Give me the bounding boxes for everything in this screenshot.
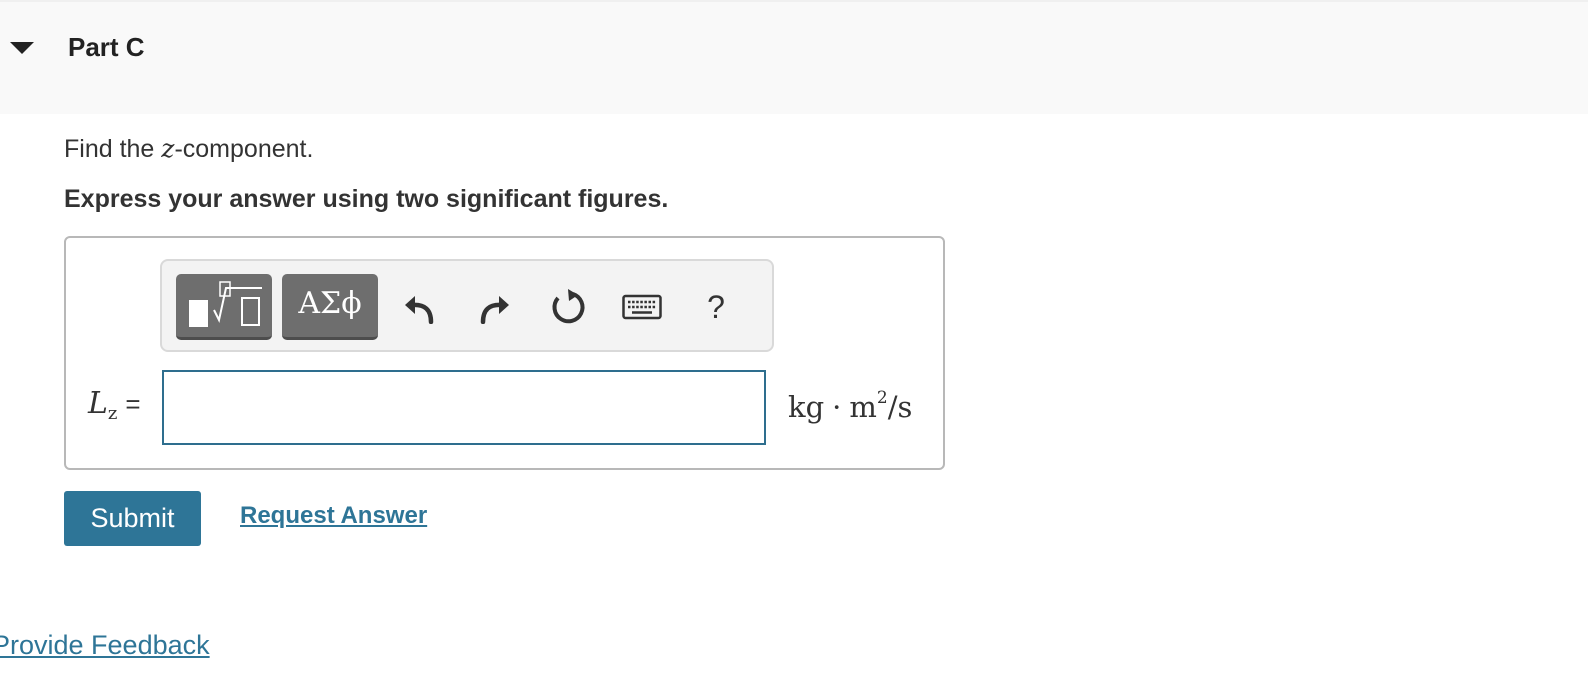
question-prompt: Find the z-component. bbox=[64, 134, 313, 164]
help-button[interactable]: ? bbox=[692, 283, 740, 331]
undo-icon bbox=[405, 296, 434, 324]
reset-icon bbox=[552, 289, 585, 324]
keyboard-button[interactable] bbox=[618, 283, 666, 331]
prompt-text-before: Find the bbox=[64, 135, 162, 163]
keyboard-icon bbox=[622, 294, 662, 320]
submit-button[interactable]: Submit bbox=[64, 491, 201, 546]
answer-input[interactable] bbox=[162, 370, 766, 445]
provide-feedback-link[interactable]: Provide Feedback bbox=[0, 630, 210, 661]
variable-subscript: z bbox=[107, 403, 118, 424]
variable-symbol: L bbox=[88, 386, 108, 421]
caret-down-icon[interactable] bbox=[10, 42, 34, 54]
answer-instruction: Express your answer using two significan… bbox=[64, 185, 669, 213]
math-toolbar: ΑΣϕ ? bbox=[160, 259, 774, 352]
redo-button[interactable] bbox=[470, 283, 518, 331]
part-header[interactable]: Part C bbox=[0, 0, 1588, 114]
symbols-label: ΑΣϕ bbox=[298, 286, 362, 321]
templates-button[interactable] bbox=[176, 274, 272, 340]
units-dot: · bbox=[832, 390, 842, 424]
prompt-text-after: -component. bbox=[174, 135, 314, 163]
units-label: kg · m2/s bbox=[788, 388, 912, 424]
reset-button[interactable] bbox=[544, 283, 592, 331]
units-kg: kg bbox=[788, 390, 825, 424]
units-exponent: 2 bbox=[876, 388, 888, 408]
answer-variable-label: Lz = bbox=[88, 386, 141, 424]
part-title: Part C bbox=[68, 32, 145, 62]
prompt-variable: z bbox=[161, 134, 175, 163]
units-per-second: /s bbox=[887, 390, 913, 424]
undo-button[interactable] bbox=[396, 283, 444, 331]
templates-icon bbox=[189, 281, 262, 327]
symbols-button[interactable]: ΑΣϕ bbox=[282, 274, 378, 340]
equals-sign: = bbox=[125, 389, 141, 419]
redo-icon bbox=[480, 296, 509, 324]
units-m: m bbox=[849, 390, 877, 424]
request-answer-link[interactable]: Request Answer bbox=[240, 502, 427, 530]
